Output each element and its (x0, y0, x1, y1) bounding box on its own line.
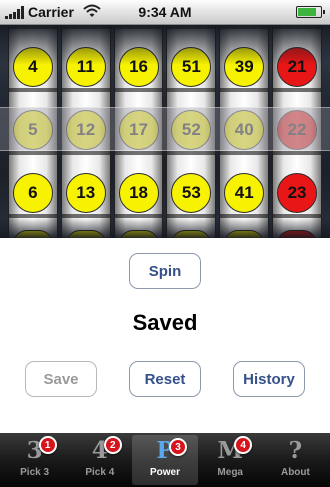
history-button[interactable]: History (233, 361, 305, 397)
reel-1: 4 5 6 (8, 25, 58, 238)
reel-2: 11 12 13 (60, 25, 111, 238)
spin-button[interactable]: Spin (129, 253, 201, 289)
ball-middle: 17 (118, 110, 159, 150)
ball-top: 51 (171, 47, 212, 87)
slot-machine: 4 5 6 11 12 13 16 17 18 51 52 53 39 40 41 21 22 23 (0, 25, 330, 238)
ball-top: 4 (12, 47, 53, 87)
reel-3: 16 17 18 (113, 25, 164, 238)
ball-bottom: 6 (12, 173, 53, 213)
tab-label: About (280, 467, 310, 478)
notification-badge: 4 (234, 436, 253, 454)
ball-middle: 52 (171, 110, 212, 150)
tab-about[interactable]: ? About (263, 433, 328, 487)
tab-pick-4[interactable]: 4 Pick 42 (67, 433, 132, 487)
reel-5: 39 40 41 (219, 25, 270, 238)
ball-partial (224, 230, 265, 238)
notification-badge: 3 (169, 438, 187, 456)
notification-badge: 1 (38, 436, 57, 454)
tab-label: Pick 4 (85, 467, 115, 478)
tab-label: Power (150, 467, 181, 478)
ball-middle: 22 (277, 110, 318, 150)
ball-partial (12, 230, 53, 238)
status-message: Saved (132, 310, 198, 335)
tab-glyph-icon: ? (288, 437, 303, 464)
status-bar: Carrier 9:34 AM (0, 0, 330, 25)
ball-bottom: 41 (224, 173, 265, 213)
ball-top: 21 (277, 47, 318, 87)
reset-button[interactable]: Reset (129, 361, 201, 397)
ball-middle: 5 (12, 110, 53, 150)
tab-label: Pick 3 (20, 467, 50, 478)
ball-partial (171, 230, 212, 238)
ball-middle: 12 (65, 110, 106, 150)
status-time: 9:34 AM (138, 4, 192, 20)
ball-bottom: 18 (118, 173, 159, 213)
reel-4: 51 52 53 (166, 25, 217, 238)
ball-bottom: 13 (65, 173, 106, 213)
save-button[interactable]: Save (25, 361, 97, 397)
ball-top: 39 (224, 47, 265, 87)
ball-top: 16 (118, 47, 159, 87)
tab-mega[interactable]: M Mega 4 (198, 433, 263, 487)
ball-partial (277, 230, 318, 238)
ball-bottom: 23 (277, 173, 318, 213)
ball-bottom: 53 (171, 173, 212, 213)
tab-label: Mega (217, 467, 243, 478)
battery-icon (296, 6, 325, 18)
ball-top: 11 (65, 47, 106, 87)
tab-bar: 3 Pick 3 1 4 Pick 4 2 P Power 3 M Mega 4? About (0, 433, 330, 487)
tab-power[interactable]: P Power 3 (132, 435, 198, 485)
notification-badge: 2 (103, 436, 122, 454)
reels: 4 5 6 11 12 13 16 17 18 51 52 53 39 40 41 21 22 23 (8, 25, 322, 238)
battery-level (298, 8, 316, 16)
ball-middle: 40 (224, 110, 265, 150)
ball-partial (65, 230, 106, 238)
reel-6: 21 22 23 (272, 25, 322, 238)
tab-pick-3[interactable]: 3 Pick 31 (2, 433, 67, 487)
ball-partial (118, 230, 159, 238)
